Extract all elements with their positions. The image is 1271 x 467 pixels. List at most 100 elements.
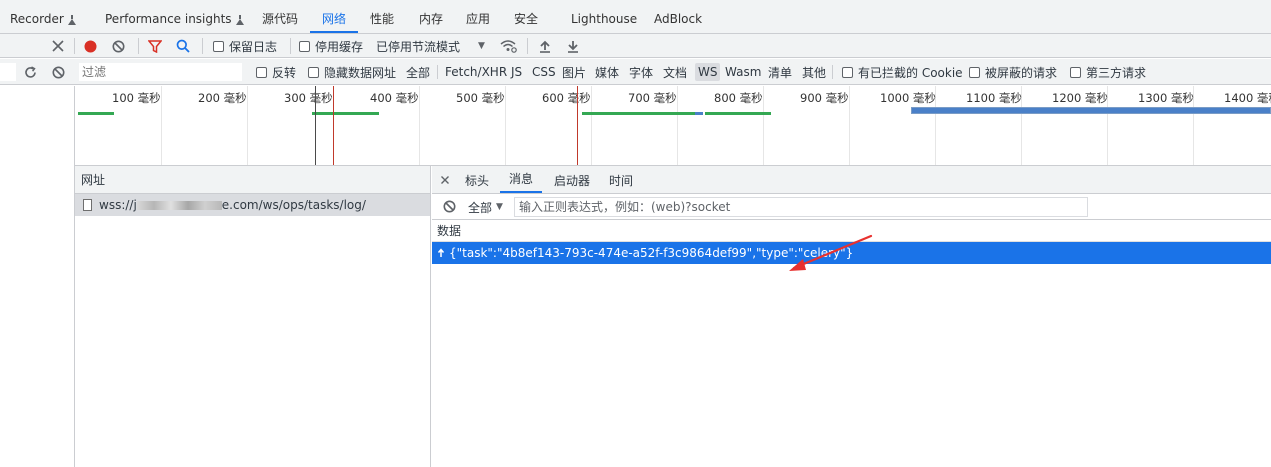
clear-messages-icon[interactable] (443, 200, 456, 213)
left-gutter (0, 86, 75, 467)
checkbox[interactable] (256, 66, 267, 78)
filter-type-manifest[interactable]: 清单 (768, 59, 792, 85)
filter-divider (832, 65, 833, 79)
tick-label: 700 毫秒 (628, 91, 677, 105)
search-icon[interactable] (176, 34, 190, 58)
timeline-bar (582, 112, 695, 115)
disable-cache-checkbox[interactable]: 停用缓存 (299, 34, 363, 58)
tab-performance-insights[interactable]: Performance insights (105, 0, 244, 34)
filter-type-doc[interactable]: 文档 (663, 59, 687, 85)
message-filter-bar: 全部 ▼ (432, 194, 1271, 220)
load-marker (333, 86, 334, 165)
clear-icon[interactable] (112, 34, 125, 58)
tick-label: 500 毫秒 (456, 91, 505, 105)
filter-type-img[interactable]: 图片 (562, 59, 586, 85)
tab-performance[interactable]: 性能 (370, 0, 394, 34)
upload-icon[interactable] (539, 34, 551, 58)
document-icon (83, 199, 92, 211)
toolbar-divider (290, 38, 291, 54)
filter-type-other[interactable]: 其他 (802, 59, 826, 85)
tab-memory[interactable]: 内存 (419, 0, 443, 34)
toolbar-divider (527, 38, 528, 54)
timeline-bar (78, 112, 114, 115)
grid-line (505, 86, 506, 165)
tab-network[interactable]: 网络 (310, 0, 359, 33)
message-type-select[interactable]: 全部 ▼ (468, 194, 503, 220)
tab-application[interactable]: 应用 (466, 0, 490, 34)
tick-label: 800 毫秒 (714, 91, 763, 105)
tick-label: 200 毫秒 (198, 91, 247, 105)
checkbox[interactable] (1070, 66, 1081, 78)
refresh-icon[interactable] (24, 59, 37, 85)
grid-line (677, 86, 678, 165)
request-row[interactable]: wss://j e.com/ws/ops/tasks/log/ (75, 194, 430, 216)
tab-headers[interactable]: 标头 (465, 166, 489, 194)
timeline-bar (705, 112, 771, 115)
grid-line (161, 86, 162, 165)
up-arrow-icon (437, 248, 445, 257)
tab-initiator[interactable]: 启动器 (554, 166, 590, 194)
tab-security[interactable]: 安全 (514, 0, 538, 34)
grid-line (247, 86, 248, 165)
filter-type-js[interactable]: JS (511, 59, 522, 85)
toolbar-divider (74, 38, 75, 54)
blocked-cookies-checkbox[interactable]: 有已拦截的 Cookie (842, 59, 963, 85)
grid-line (763, 86, 764, 165)
throttling-select[interactable]: 已停用节流模式 ▼ (376, 34, 485, 58)
tab-recorder[interactable]: Recorder (10, 0, 76, 34)
checkbox[interactable] (213, 40, 224, 52)
tick-label: 1200 毫秒 (1052, 91, 1108, 105)
wifi-settings-icon[interactable] (500, 34, 517, 58)
tab-lighthouse[interactable]: Lighthouse (571, 0, 637, 34)
checkbox[interactable] (842, 66, 853, 78)
tick-label: 300 毫秒 (284, 91, 333, 105)
network-toolbar: 保留日志 停用缓存 已停用节流模式 ▼ (0, 34, 1271, 58)
load-marker (577, 86, 578, 165)
toolbar-divider (138, 38, 139, 54)
block-icon[interactable] (52, 59, 65, 85)
tab-sources[interactable]: 源代码 (262, 0, 298, 34)
grid-line (419, 86, 420, 165)
tab-timing[interactable]: 时间 (609, 166, 633, 194)
flask-icon (67, 14, 76, 25)
filter-type-font[interactable]: 字体 (629, 59, 653, 85)
invert-checkbox[interactable]: 反转 (256, 59, 296, 85)
filter-icon[interactable] (148, 34, 162, 58)
message-regex-input[interactable] (514, 197, 1088, 217)
tick-label: 1400 毫秒 (1224, 91, 1271, 105)
filter-type-wasm[interactable]: Wasm (725, 59, 761, 85)
tick-label: 400 毫秒 (370, 91, 419, 105)
hide-data-urls-checkbox[interactable]: 隐藏数据网址 (308, 59, 396, 85)
preserve-log-checkbox[interactable]: 保留日志 (213, 34, 277, 58)
tab-messages[interactable]: 消息 (500, 166, 543, 193)
checkbox[interactable] (308, 66, 319, 78)
column-header-name[interactable]: 网址 (75, 166, 430, 194)
blocked-requests-checkbox[interactable]: 被屏蔽的请求 (969, 59, 1057, 85)
network-overview-timeline[interactable]: 100 毫秒 200 毫秒 300 毫秒 400 毫秒 500 毫秒 600 毫… (75, 86, 1271, 166)
tick-label: 900 毫秒 (800, 91, 849, 105)
third-party-checkbox[interactable]: 第三方请求 (1070, 59, 1146, 85)
tick-label: 1300 毫秒 (1138, 91, 1194, 105)
grid-line (591, 86, 592, 165)
close-icon[interactable] (52, 34, 64, 58)
filter-input[interactable] (79, 63, 242, 81)
filter-type-css[interactable]: CSS (532, 59, 556, 85)
timeline-websocket-bar (911, 107, 1271, 114)
tab-adblock[interactable]: AdBlock (654, 0, 702, 34)
filter-type-fetch-xhr[interactable]: Fetch/XHR (445, 59, 507, 85)
close-detail-button[interactable] (440, 166, 450, 194)
filter-type-ws[interactable]: WS (695, 63, 721, 81)
download-icon[interactable] (567, 34, 579, 58)
checkbox[interactable] (299, 40, 310, 52)
chevron-down-icon: ▼ (496, 202, 503, 212)
tick-label: 1000 毫秒 (880, 91, 936, 105)
toolbar-divider (202, 38, 203, 54)
left-input-edge (0, 63, 16, 81)
filter-type-all[interactable]: 全部 (406, 59, 430, 85)
flask-icon (235, 14, 244, 25)
close-icon (441, 176, 449, 184)
record-icon[interactable] (84, 34, 97, 58)
filter-type-media[interactable]: 媒体 (595, 59, 619, 85)
tick-label: 1100 毫秒 (966, 91, 1022, 105)
checkbox[interactable] (969, 66, 980, 78)
